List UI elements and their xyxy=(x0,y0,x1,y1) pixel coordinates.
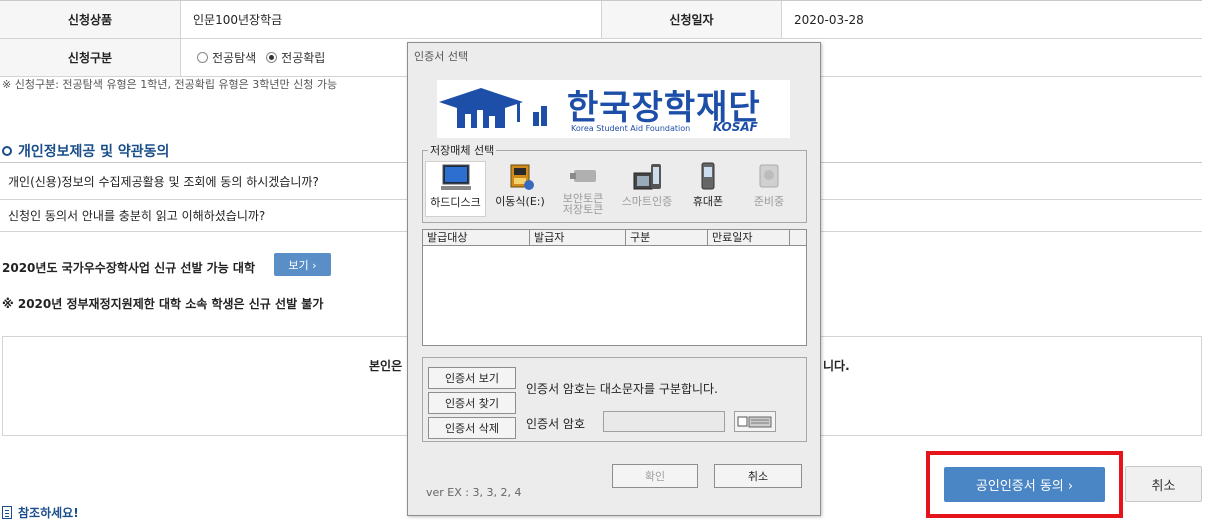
cert-view-button[interactable]: 인증서 보기 xyxy=(428,367,516,389)
media-smart-cert[interactable]: 스마트인증 xyxy=(615,161,679,217)
date-value: 2020-03-28 xyxy=(794,12,864,27)
media-legend: 저장매체 선택 xyxy=(428,142,497,158)
notice-text-right: 니다. xyxy=(823,359,850,373)
type-note: ※ 신청구분: 전공탐색 유형은 1학년, 전공확립 유형은 3학년만 신청 가… xyxy=(2,78,338,91)
dialog-cancel-button[interactable]: 취소 xyxy=(714,464,802,488)
univ-text: 2020년도 국가우수장학사업 신규 선발 가능 대학 xyxy=(2,261,256,275)
date-label: 신청일자 xyxy=(602,1,782,38)
circle-bullet-icon xyxy=(2,146,12,156)
dialog-title: 인증서 선택 xyxy=(414,50,469,63)
confirm-button[interactable]: 확인 xyxy=(612,464,698,488)
reference-link[interactable]: 참조하세요! xyxy=(2,504,79,521)
document-icon xyxy=(2,506,12,519)
media-removable[interactable]: 이동식(E:) xyxy=(490,161,550,217)
virtual-keyboard-button[interactable] xyxy=(734,411,776,432)
product-value: 인문100년장학금 xyxy=(181,1,602,38)
application-table: 신청상품 인문100년장학금 신청일자 2020-03-28 신청구분 전공탐색… xyxy=(0,0,1202,77)
media-security-token-label: 보안토큰 저장토큰 xyxy=(562,192,604,216)
version-text: ver EX : 3, 3, 2, 4 xyxy=(426,486,522,499)
cert-list-header: 발급대상 발급자 구분 만료일자 xyxy=(423,230,806,246)
usb-drive-icon xyxy=(510,164,534,190)
type-label: 신청구분 xyxy=(0,39,181,76)
cert-list[interactable]: 발급대상 발급자 구분 만료일자 xyxy=(422,229,807,346)
media-smart-cert-label: 스마트인증 xyxy=(621,195,673,208)
radio-major-explore-label[interactable]: 전공탐색 xyxy=(212,49,256,66)
monitor-icon xyxy=(440,164,471,190)
mobile-phone-icon xyxy=(701,162,715,190)
product-label: 신청상품 xyxy=(0,1,181,38)
radio-major-establish-label[interactable]: 전공확립 xyxy=(281,49,325,66)
column-issuer[interactable]: 발급자 xyxy=(530,230,626,245)
media-coming-soon: 준비중 xyxy=(740,161,798,217)
password-input[interactable] xyxy=(603,411,725,432)
cert-find-button[interactable]: 인증서 찾기 xyxy=(428,392,516,414)
restriction-note: ※ 2020년 정부재정지원제한 대학 소속 학생은 신규 선발 불가 xyxy=(2,297,324,311)
radio-major-explore[interactable] xyxy=(197,52,208,63)
security-token-icon xyxy=(570,170,596,182)
privacy-title-text: 개인정보제공 및 약관동의 xyxy=(18,144,170,160)
media-phone[interactable]: 휴대폰 xyxy=(680,161,736,217)
notice-text-left: 본인은 xyxy=(369,359,403,373)
product-row: 신청상품 인문100년장학금 신청일자 2020-03-28 xyxy=(0,1,1202,39)
logo-abbr: KOSAF xyxy=(713,120,758,134)
password-label: 인증서 암호 xyxy=(526,417,586,431)
kosaf-banner: 한국장학재단 Korea Student Aid Foundation KOSA… xyxy=(437,80,790,138)
cert-select-dialog: 인증서 선택 한국장학재단 Korea Student Aid Foundati… xyxy=(407,42,821,516)
media-harddisk[interactable]: 하드디스크 xyxy=(425,161,486,217)
cert-delete-button[interactable]: 인증서 삭제 xyxy=(428,417,516,439)
media-harddisk-label: 하드디스크 xyxy=(430,196,481,209)
keyboard-icon xyxy=(737,416,772,428)
media-security-token[interactable]: 보안토큰 저장토큰 xyxy=(553,161,613,217)
smart-device-icon xyxy=(633,164,661,190)
lock-device-icon xyxy=(759,164,779,188)
cancel-button[interactable]: 취소 xyxy=(1125,466,1202,502)
media-coming-soon-label: 준비중 xyxy=(753,195,785,208)
media-phone-label: 휴대폰 xyxy=(692,195,724,208)
highlight-frame xyxy=(926,451,1123,518)
case-sensitive-note: 인증서 암호는 대소문자를 구분합니다. xyxy=(526,382,718,396)
view-button[interactable]: 보기 › xyxy=(274,253,331,276)
column-type[interactable]: 구분 xyxy=(626,230,708,245)
column-expiry[interactable]: 만료일자 xyxy=(708,230,790,245)
reference-text: 참조하세요! xyxy=(18,506,79,520)
media-removable-label: 이동식(E:) xyxy=(495,195,545,208)
radio-major-establish[interactable] xyxy=(266,52,278,63)
privacy-section-title: 개인정보제공 및 약관동의 xyxy=(2,141,169,161)
column-subject[interactable]: 발급대상 xyxy=(423,230,530,245)
logo-english: Korea Student Aid Foundation xyxy=(571,124,691,133)
